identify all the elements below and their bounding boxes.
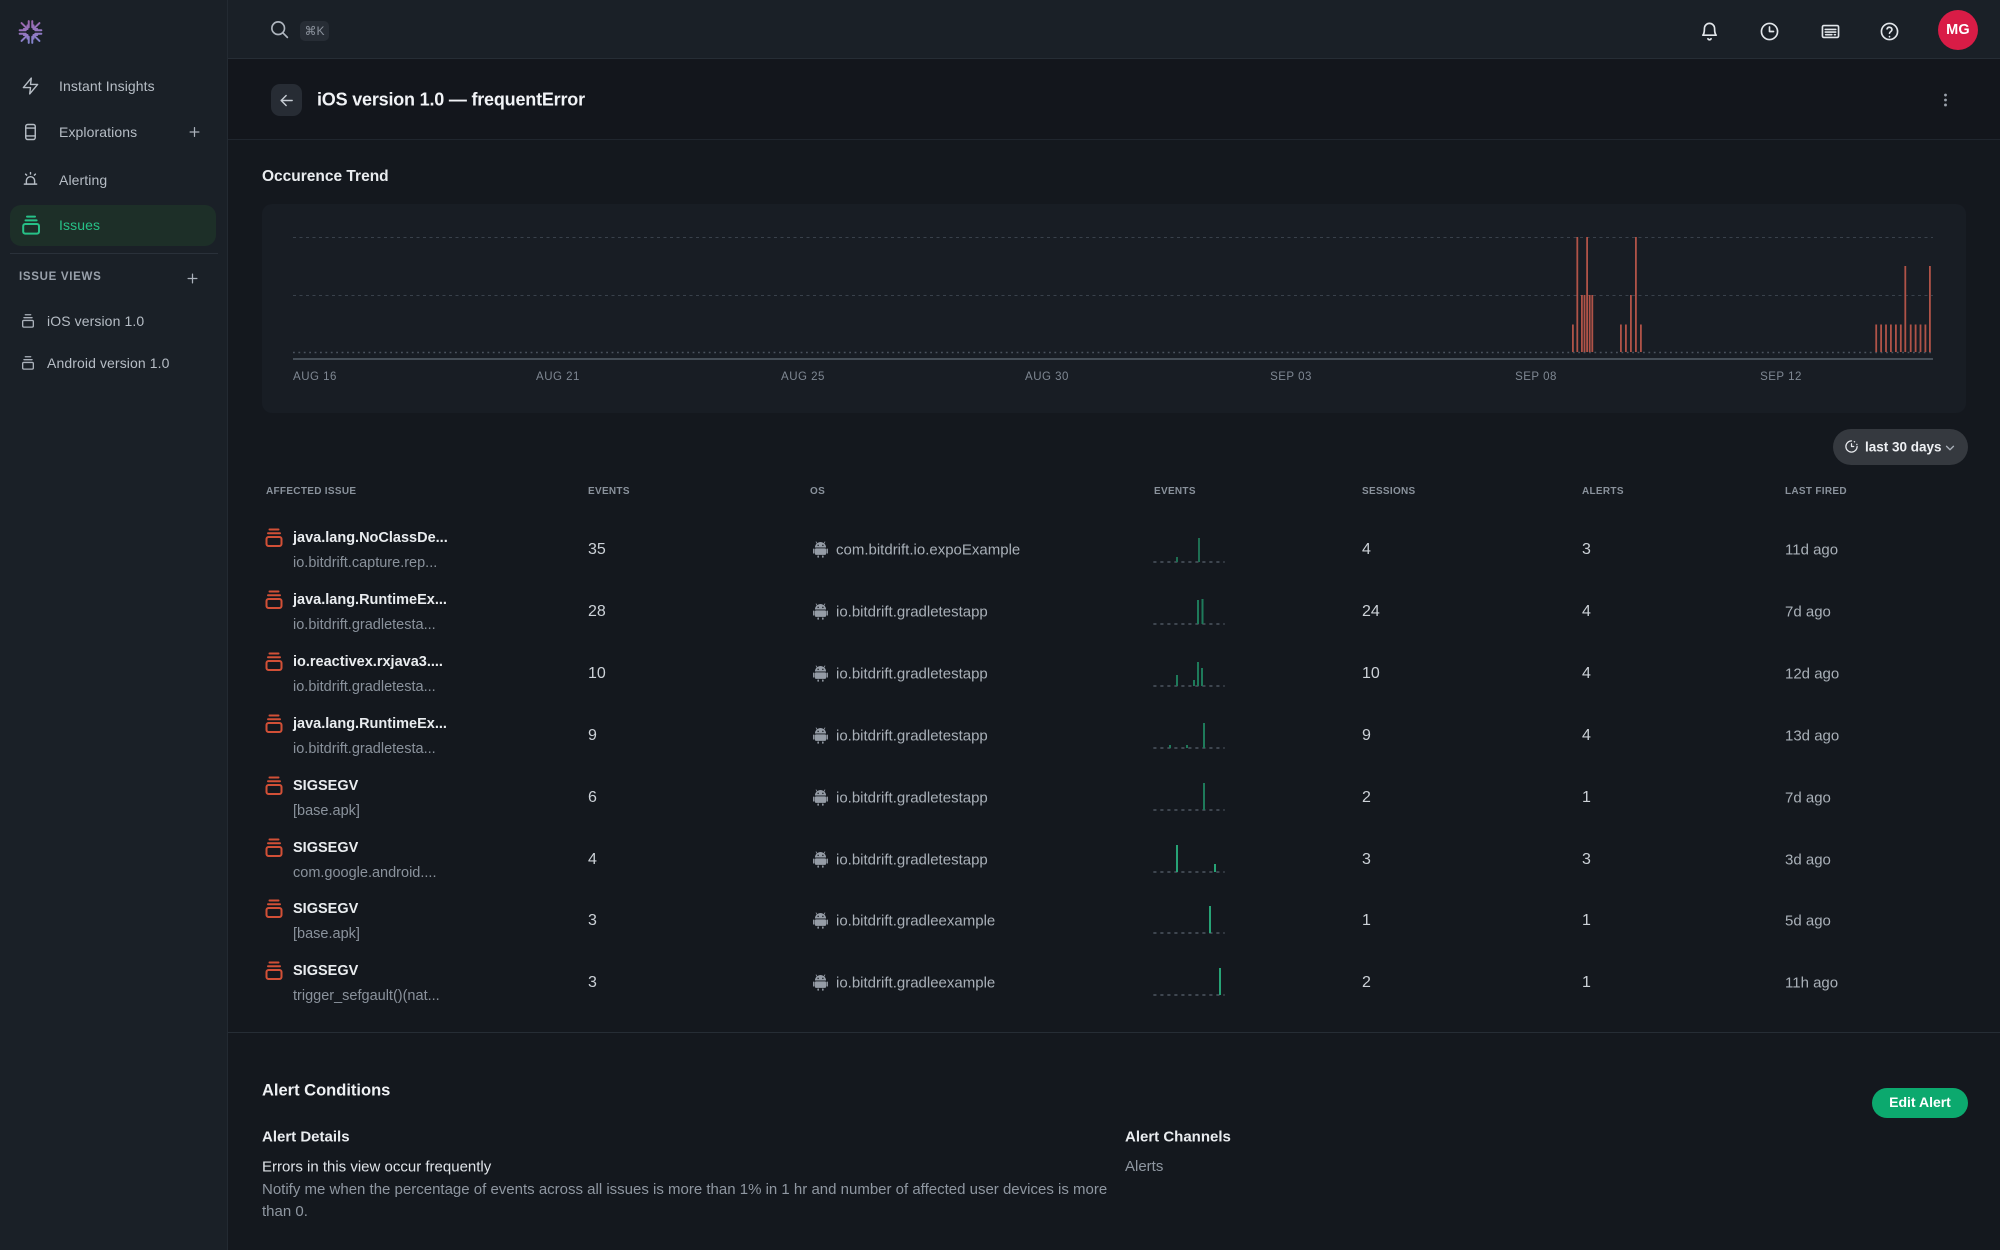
svg-text:AUG 25: AUG 25 — [781, 371, 825, 383]
svg-text:SEP 08: SEP 08 — [1515, 371, 1557, 383]
svg-text:AUG 30: AUG 30 — [1025, 371, 1069, 383]
svg-text:SEP 12: SEP 12 — [1760, 371, 1802, 383]
svg-text:AUG 21: AUG 21 — [536, 371, 580, 383]
svg-text:SEP 03: SEP 03 — [1270, 371, 1312, 383]
svg-text:AUG 16: AUG 16 — [293, 371, 337, 383]
